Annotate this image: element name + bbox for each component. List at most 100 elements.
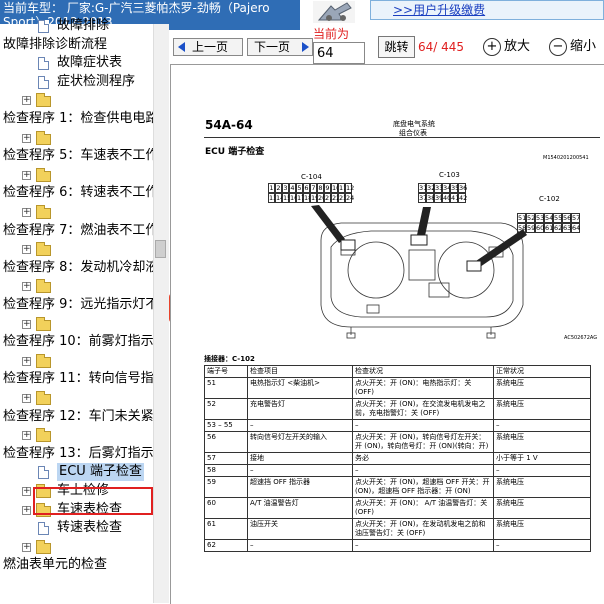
table-row: 58– – – (204, 464, 591, 477)
sidebar-item-label: 检查程序 8：发动机冷却液 (3, 260, 153, 275)
table-cell: 充电警告灯 (247, 398, 353, 420)
expand-toggle-icon[interactable]: + (22, 245, 31, 254)
scrollbar-thumb[interactable] (155, 240, 166, 258)
prev-page-label: 上一页 (192, 40, 229, 54)
expand-toggle-icon[interactable]: + (22, 320, 31, 329)
arrow-right-icon (302, 42, 309, 52)
sidebar-item-label: 检查程序 5：车速表不工作 (3, 148, 153, 163)
jump-button[interactable]: 跳转 (378, 36, 415, 58)
table-cell: A/T 油温警告灯 (247, 497, 353, 519)
sidebar-item-label: 故障排除 (57, 18, 110, 33)
table-cell: – (352, 464, 494, 477)
mascot-logo-icon (305, 0, 363, 24)
document-icon (38, 76, 49, 89)
expand-toggle-icon[interactable]: + (22, 282, 31, 291)
folder-icon (36, 93, 51, 107)
folder-icon (36, 540, 51, 554)
table-row: 52 充电警告灯 点火开关：开 (ON)，在交流发电机发电之前，充电指警灯：关 (O… (204, 398, 591, 420)
table-cell: 系统电压 (493, 377, 591, 399)
sidebar-scrollbar[interactable] (153, 24, 169, 603)
table-cell: 点火开关：开 (ON)，在发动机发电之前和油压警告灯：关 (OFF) (352, 518, 494, 540)
table-cell: 点火开关：开 (ON)：电热指示灯：关 (OFF) (352, 377, 494, 399)
table-row: 62– – – (204, 539, 591, 552)
sidebar-item-label: 故障症状表 (57, 55, 123, 70)
sidebar-item-label: 转速表检查 (57, 520, 123, 535)
table-body: 51 电热指示灯 <柴油机> 点火开关：开 (ON)：电热指示灯：关 (OFF) 系统… (204, 377, 591, 552)
expand-toggle-icon[interactable]: + (22, 171, 31, 180)
folder-icon (36, 279, 51, 293)
folder-icon (36, 168, 51, 182)
sidebar-item-label: 检查程序 1：检查供电电路 (3, 111, 153, 126)
table-header-row: 端子号 检查项目 检查状况 正常状况 (204, 365, 591, 378)
table-cell: 62 (204, 539, 248, 552)
expand-toggle-icon[interactable]: + (22, 208, 31, 217)
table-cell: 点火开关：开 (ON)，转向信号灯左开关：开 (ON)，转向信号灯：开 (ON)… (352, 431, 494, 453)
table-cell: 51 (204, 377, 248, 399)
table-header-cell: 正常状况 (493, 365, 591, 378)
expand-toggle-icon[interactable]: + (22, 357, 31, 366)
table-cell: 电热指示灯 <柴油机> (247, 377, 353, 399)
folder-icon (36, 391, 51, 405)
table-cell: 转向信号灯左开关的输入 (247, 431, 353, 453)
sidebar-item-label: 检查程序 12：车门未关紧 (3, 409, 153, 424)
document-page: 54A-64 底盘电气系统 组合仪表 ECU 端子检查 M15402012005… (170, 64, 604, 604)
table-cell: 53 – 55 (204, 419, 248, 432)
table-cell: – (247, 419, 353, 432)
zoom-in-button[interactable]: + 放大 (483, 37, 530, 57)
folder-icon (36, 205, 51, 219)
zoom-in-icon: + (483, 37, 501, 56)
upgrade-payment-link[interactable]: >>用户升级缴费 (370, 0, 604, 20)
current-page-label: 当前为 (313, 27, 350, 41)
folder-icon (36, 317, 51, 331)
expand-toggle-icon[interactable]: + (22, 431, 31, 440)
document-icon (38, 20, 49, 33)
table-cell: 务必 (352, 452, 494, 465)
table-row: 57 接地 务必 小于等于 1 V (204, 452, 591, 465)
sidebar-item-label: 检查程序 11：转向信号指 (3, 371, 153, 386)
prev-page-button[interactable]: 上一页 (173, 38, 243, 56)
table-cell: 56 (204, 431, 248, 453)
document-icon (38, 57, 49, 70)
table-cell: 系统电压 (493, 518, 591, 540)
sidebar-item-label: 检查程序 9：远光指示灯不 (3, 297, 153, 312)
table-cell: 点火开关：开 (ON)： A/T 油温警告灯：关 (OFF) (352, 497, 494, 519)
table-cell: 59 (204, 476, 248, 498)
table-cell: 超速挡 OFF 指示器 (247, 476, 353, 498)
table-cell: – (493, 464, 591, 477)
table-row: 59 超速挡 OFF 指示器 点火开关：开 (ON)，超速档 OFF 开关：开 (O… (204, 476, 591, 498)
table-cell: 系统电压 (493, 431, 591, 453)
zoom-out-icon: − (549, 37, 567, 56)
table-cell: 接地 (247, 452, 353, 465)
table-header-cell: 端子号 (204, 365, 248, 378)
expand-toggle-icon[interactable]: + (22, 134, 31, 143)
expand-toggle-icon[interactable]: + (22, 394, 31, 403)
document-icon (38, 522, 49, 535)
expand-toggle-icon[interactable]: + (22, 487, 31, 496)
sidebar-item-label: 检查程序 7：燃油表不工作 (3, 223, 153, 238)
next-page-button[interactable]: 下一页 (247, 38, 313, 56)
table-row: 53 – 55– – – (204, 419, 591, 432)
zoom-out-button[interactable]: − 缩小 (549, 37, 596, 57)
table-cell: 系统电压 (493, 398, 591, 420)
document-icon (38, 466, 49, 479)
table-row: 56 转向信号灯左开关的输入 点火开关：开 (ON)，转向信号灯左开关：开 (ON)… (204, 431, 591, 453)
folder-icon (36, 242, 51, 256)
folder-icon (36, 428, 51, 442)
figure-reference: AC502672AG (564, 335, 598, 341)
expand-toggle-icon[interactable]: + (22, 506, 31, 515)
sidebar-item-label: 故障排除诊断流程 (3, 37, 108, 52)
table-cell: 系统电压 (493, 497, 591, 519)
sidebar-item-label: 症状检测程序 (57, 74, 136, 89)
zoom-out-label: 缩小 (570, 39, 597, 54)
zoom-in-label: 放大 (504, 39, 531, 54)
expand-toggle-icon[interactable]: + (22, 96, 31, 105)
table-row: 61 油压开关 点火开关：开 (ON)，在发动机发电之前和油压警告灯：关 (OFF)… (204, 518, 591, 540)
table-header-cell: 检查项目 (247, 365, 353, 378)
table-cell: – (247, 539, 353, 552)
arrow-left-icon (178, 42, 185, 52)
table-cell: – (493, 539, 591, 552)
sidebar-item-label: ECU 端子检查 (57, 463, 144, 481)
expand-toggle-icon[interactable]: + (22, 543, 31, 552)
table-cell: – (352, 539, 494, 552)
page-number-input[interactable] (313, 42, 365, 64)
